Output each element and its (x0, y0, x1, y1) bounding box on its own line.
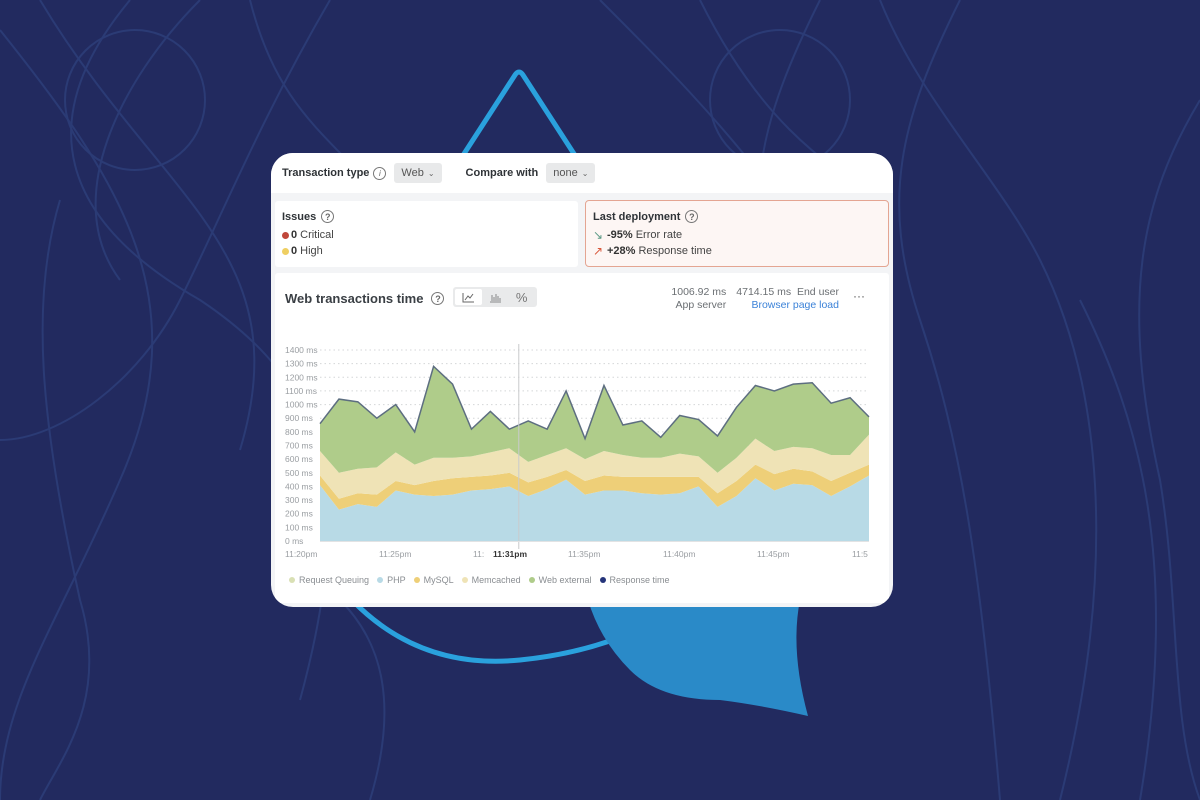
y-tick-label: 1000 ms (285, 400, 318, 410)
help-icon[interactable]: ? (321, 210, 335, 223)
y-tick-label: 500 ms (285, 468, 313, 478)
error-rate-value: -95% (607, 229, 633, 241)
legend-item[interactable]: PHP (377, 575, 406, 585)
legend-label: PHP (387, 575, 406, 585)
y-tick-label: 100 ms (285, 522, 313, 532)
arrow-down-right-icon: ↘ (593, 228, 604, 242)
high-count: 0 (291, 245, 298, 257)
apm-summary-card: Transaction type i Web ⌄ Compare with no… (271, 153, 893, 607)
y-tick-label: 700 ms (285, 441, 313, 451)
y-tick-label: 1400 ms (285, 345, 318, 355)
x-tick-label: 11:20pm (285, 549, 317, 559)
x-tick-label: 11:40pm (663, 549, 695, 559)
transaction-type-value: Web (401, 167, 424, 179)
y-tick-label: 900 ms (285, 413, 313, 423)
error-rate-change: ↘ -95% Error rate (593, 227, 881, 243)
y-tick-label: 1200 ms (285, 372, 318, 382)
legend-dot-icon (461, 577, 468, 583)
critical-dot-icon (282, 231, 289, 239)
legend-item[interactable]: MySQL (413, 575, 454, 585)
chart-legend: Request Queuing PHP MySQL Memcached Web exte… (289, 575, 678, 585)
legend-label: Response time (609, 575, 670, 585)
legend-dot-icon (599, 577, 606, 583)
compare-with-value: none (553, 167, 578, 179)
x-tick-label: 11:5 (852, 549, 868, 559)
y-tick-label: 600 ms (285, 454, 313, 464)
filter-toolbar: Transaction type i Web ⌄ Compare with no… (271, 153, 893, 193)
compare-with-select[interactable]: none ⌄ (546, 163, 596, 183)
x-tick-label: 11: (473, 549, 484, 559)
response-time-change: ↗ +28% Response time (593, 243, 881, 259)
issue-critical: 0 Critical (282, 227, 571, 243)
high-dot-icon (282, 247, 289, 255)
x-tick-label: 11:25pm (379, 549, 411, 559)
info-icon[interactable]: i (373, 166, 387, 180)
legend-label: MySQL (423, 575, 454, 585)
legend-dot-icon (528, 577, 535, 583)
legend-item[interactable]: Request Queuing (289, 575, 369, 585)
last-deployment-panel[interactable]: Last deployment ? ↘ -95% Error rate ↗ +2… (585, 200, 889, 267)
legend-item[interactable]: Web external (528, 575, 592, 585)
chevron-down-icon: ⌄ (581, 168, 589, 178)
y-tick-label: 200 ms (285, 509, 313, 519)
chevron-down-icon: ⌄ (427, 168, 435, 178)
error-rate-label: Error rate (635, 229, 683, 241)
high-label: High (300, 245, 323, 257)
transaction-type-label: Transaction type (282, 167, 370, 179)
x-tick-label: 11:31pm (493, 549, 527, 559)
y-tick-label: 1100 ms (285, 386, 317, 396)
y-tick-label: 400 ms (285, 481, 313, 491)
legend-label: Web external (538, 575, 592, 585)
y-tick-label: 300 ms (285, 495, 313, 505)
y-tick-label: 0 ms (285, 536, 303, 546)
legend-dot-icon (289, 577, 295, 583)
help-icon[interactable]: ? (685, 210, 699, 223)
transaction-type-select[interactable]: Web ⌄ (394, 163, 442, 183)
stacked-area-chart: 0 ms 100 ms 200 ms 300 ms 400 ms 500 ms 600 ms… (285, 344, 870, 559)
legend-item[interactable]: Memcached (461, 575, 521, 585)
legend-label: Request Queuing (299, 575, 370, 585)
arrow-up-right-icon: ↗ (593, 244, 604, 258)
response-time-value: +28% (607, 245, 636, 257)
response-time-label: Response time (638, 245, 712, 257)
critical-count: 0 (291, 229, 298, 241)
deployment-title: Last deployment (593, 210, 681, 223)
issues-title: Issues (282, 210, 317, 223)
compare-with-label: Compare with (465, 167, 539, 179)
issues-panel[interactable]: Issues ? 0 Critical 0 High (275, 201, 578, 267)
issue-high: 0 High (282, 243, 571, 259)
legend-label: Memcached (471, 575, 521, 585)
legend-dot-icon (377, 577, 384, 583)
legend-dot-icon (413, 577, 420, 583)
y-tick-label: 1300 ms (285, 359, 318, 369)
y-tick-label: 800 ms (285, 427, 313, 437)
x-tick-label: 11:45pm (757, 549, 789, 559)
x-tick-label: 11:35pm (568, 549, 600, 559)
legend-item[interactable]: Response time (599, 575, 670, 585)
critical-label: Critical (300, 229, 334, 241)
web-transactions-panel: Web transactions time ? % 1006.92 ms App… (275, 273, 889, 603)
